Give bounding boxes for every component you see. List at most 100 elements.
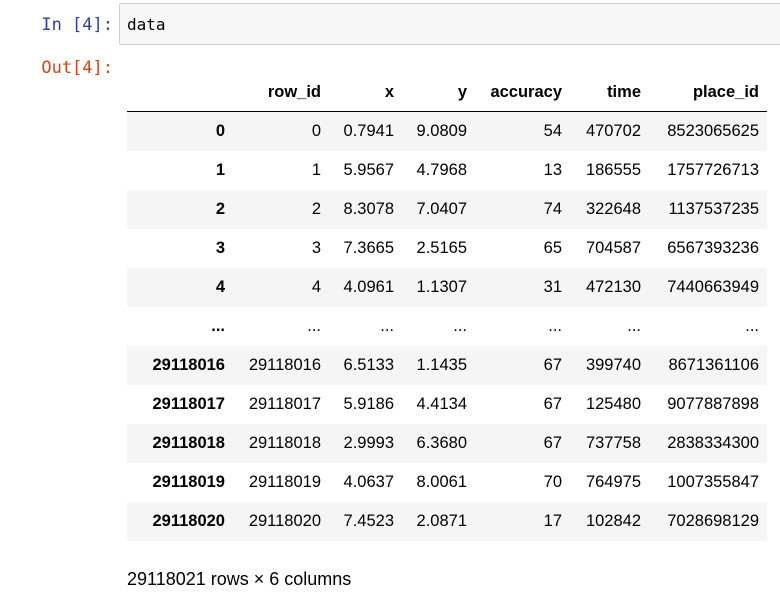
cell-place-id: ... [745,316,759,335]
cell-y: ... [453,316,467,335]
column-header-y: y [402,73,475,112]
cell-time: 764975 [585,472,641,491]
cell-place-id: 2838334300 [667,433,759,452]
cell-row-id: 3 [311,238,321,257]
cell-row-id: 29118016 [248,355,321,374]
cell-x: 4.0961 [343,277,394,296]
row-index: 0 [215,121,225,140]
input-prompt: In [4]: [41,15,113,35]
table-row: 29118020 29118020 7.4523 2.0871 17 10284… [127,501,767,541]
row-index: 29118016 [152,355,225,374]
cell-accuracy: 31 [543,277,562,296]
cell-row-id: 2 [311,199,321,218]
row-index: 2 [215,199,225,218]
cell-accuracy: 67 [543,394,562,413]
row-index: 29118017 [152,394,225,413]
cell-row-id: 0 [311,121,321,140]
cell-time: 399740 [585,355,641,374]
column-header-time: time [570,73,649,112]
code-text[interactable]: data [127,14,166,36]
cell-y: 2.0871 [416,511,467,530]
table-row: 1 1 5.9567 4.7968 13 186555 1757726713 [127,151,767,190]
table-row: 29118016 29118016 6.5133 1.1435 67 39974… [127,345,767,385]
ellipsis-row: ... ... ... ... ... ... ... [127,307,767,346]
cell-row-id: 4 [311,277,321,296]
table-header-row: row_id x y accuracy time place_id [127,73,767,112]
index-header [127,73,233,112]
cell-row-id: 29118019 [248,472,321,491]
cell-x: 4.0637 [343,472,394,491]
cell-row-id: 29118020 [248,511,321,530]
output-area: row_id x y accuracy time place_id 0 0 0.… [127,73,767,541]
cell-place-id: 8671361106 [668,355,759,374]
row-index: ... [211,316,225,335]
code-input-cell[interactable]: data [119,3,780,45]
row-index: 3 [215,238,225,257]
cell-x: ... [380,316,394,335]
cell-accuracy: 17 [543,511,562,530]
cell-x: 6.5133 [343,355,394,374]
cell-y: 1.1307 [416,277,467,296]
cell-accuracy: 65 [543,238,562,257]
cell-place-id: 7028698129 [667,511,759,530]
dataframe-shape-summary: 29118021 rows × 6 columns [127,569,352,589]
cell-accuracy: 67 [543,433,562,452]
table-row: 29118019 29118019 4.0637 8.0061 70 76497… [127,463,767,502]
row-index: 29118018 [152,433,225,452]
cell-y: 4.4134 [416,394,467,413]
row-index: 29118019 [152,472,225,491]
cell-time: ... [627,316,641,335]
cell-time: 472130 [585,277,641,296]
cell-y: 2.5165 [416,238,467,257]
column-header-row-id: row_id [233,73,329,112]
cell-y: 7.0407 [416,199,467,218]
table-row: 29118018 29118018 2.9993 6.3680 67 73775… [127,423,767,463]
cell-place-id: 1757726713 [667,160,759,179]
column-header-x: x [329,73,402,112]
cell-y: 4.7968 [416,160,467,179]
cell-time: 125480 [585,394,641,413]
row-index: 1 [215,160,225,179]
output-prompt: Out[4]: [41,58,113,78]
cell-row-id: 29118017 [248,394,321,413]
table-row: 4 4 4.0961 1.1307 31 472130 7440663949 [127,267,767,307]
cell-row-id: ... [307,316,321,335]
cell-accuracy: 67 [543,355,562,374]
cell-time: 322648 [585,199,641,218]
cell-y: 9.0809 [416,121,467,140]
cell-place-id: 9077887898 [667,394,759,413]
table-row: 2 2 8.3078 7.0407 74 322648 1137537235 [127,189,767,229]
cell-x: 0.7941 [343,121,394,140]
table-row: 0 0 0.7941 9.0809 54 470702 8523065625 [127,111,767,151]
cell-place-id: 1137537235 [668,199,759,218]
cell-time: 102842 [585,511,641,530]
cell-accuracy: 54 [543,121,562,140]
cell-x: 8.3078 [343,199,394,218]
cell-time: 470702 [585,121,641,140]
dataframe-table: row_id x y accuracy time place_id 0 0 0.… [127,73,767,541]
cell-time: 737758 [585,433,641,452]
cell-y: 1.1435 [416,355,467,374]
table-row: 3 3 7.3665 2.5165 65 704587 6567393236 [127,229,767,268]
cell-accuracy: ... [548,316,562,335]
cell-accuracy: 70 [543,472,562,491]
cell-x: 7.3665 [343,238,394,257]
table-row: 29118017 29118017 5.9186 4.4134 67 12548… [127,385,767,424]
cell-place-id: 1007355847 [667,472,759,491]
row-index: 29118020 [152,511,225,530]
cell-place-id: 8523065625 [667,121,759,140]
cell-place-id: 6567393236 [667,238,759,257]
cell-row-id: 1 [311,160,321,179]
cell-x: 5.9567 [343,160,394,179]
cell-time: 186555 [585,160,641,179]
cell-x: 2.9993 [343,433,394,452]
column-header-accuracy: accuracy [475,73,570,112]
cell-row-id: 29118018 [248,433,321,452]
cell-x: 5.9186 [343,394,394,413]
cell-x: 7.4523 [343,511,394,530]
column-header-place-id: place_id [649,73,767,112]
cell-accuracy: 13 [543,160,562,179]
row-index: 4 [215,277,225,296]
cell-y: 6.3680 [416,433,467,452]
cell-y: 8.0061 [416,472,467,491]
